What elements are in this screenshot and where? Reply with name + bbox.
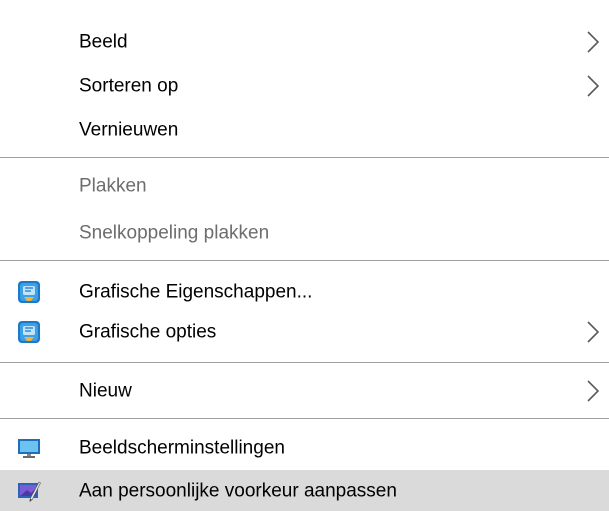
menu-item-aan-persoonlijke-voorkeur-aanpassen[interactable]: Aan persoonlijke voorkeur aanpassen	[0, 470, 609, 511]
menu-item-label: Plakken	[79, 175, 147, 197]
menu-item-beeldscherminstellingen[interactable]: Beeldscherminstellingen	[0, 426, 609, 470]
menu-separator	[0, 260, 609, 261]
menu-item-grafische-eigenschappen[interactable]: Grafische Eigenschappen...	[0, 270, 609, 314]
menu-item-nieuw[interactable]: Nieuw	[0, 369, 609, 413]
intel-graphics-icon	[18, 321, 40, 343]
intel-graphics-icon	[18, 281, 40, 303]
menu-item-vernieuwen[interactable]: Vernieuwen	[0, 108, 609, 152]
menu-item-label: Aan persoonlijke voorkeur aanpassen	[79, 480, 397, 501]
menu-item-label: Grafische Eigenschappen...	[79, 281, 313, 303]
context-menu: Beeld Sorteren op Vernieuwen Plakken Sne…	[0, 0, 609, 511]
menu-item-label: Grafische opties	[79, 321, 217, 343]
chevron-right-icon	[587, 321, 599, 343]
menu-item-label: Beeldscherminstellingen	[79, 437, 285, 459]
menu-item-snelkoppeling-plakken: Snelkoppeling plakken	[0, 211, 609, 255]
menu-item-label: Vernieuwen	[79, 119, 179, 141]
menu-item-beeld[interactable]: Beeld	[0, 20, 609, 64]
menu-item-label: Beeld	[79, 31, 128, 53]
menu-item-sorteren-op[interactable]: Sorteren op	[0, 64, 609, 108]
personalize-icon	[18, 481, 41, 502]
menu-item-label: Sorteren op	[79, 75, 179, 97]
menu-item-label: Nieuw	[79, 380, 132, 402]
chevron-right-icon	[587, 31, 599, 53]
menu-separator	[0, 157, 609, 158]
chevron-right-icon	[587, 75, 599, 97]
chevron-right-icon	[587, 380, 599, 402]
menu-item-plakken: Plakken	[0, 164, 609, 208]
menu-item-label: Snelkoppeling plakken	[79, 222, 270, 244]
menu-separator	[0, 362, 609, 363]
monitor-icon	[18, 439, 40, 458]
menu-item-grafische-opties[interactable]: Grafische opties	[0, 310, 609, 354]
menu-separator	[0, 418, 609, 419]
